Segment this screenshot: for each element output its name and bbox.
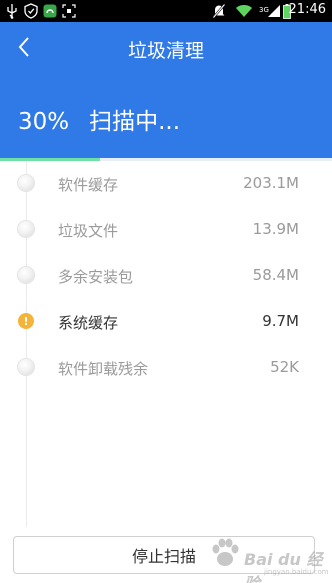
usb-icon <box>6 3 18 19</box>
pending-dot-icon <box>18 175 34 191</box>
pending-dot-icon <box>18 267 34 283</box>
item-size: 9.7M <box>262 312 299 330</box>
paw-logo-icon <box>212 538 239 566</box>
header: 垃圾清理 30% 扫描中... <box>0 22 332 159</box>
list-item: ! 系统缓存 9.7M <box>0 299 332 345</box>
wifi-icon <box>235 3 253 19</box>
screen: 3G 21:46 垃圾清理 30% 扫描中... 软件缓存 203.1M 垃圾文… <box>0 0 332 583</box>
screenshot-icon <box>62 3 76 19</box>
app-icon <box>43 3 57 19</box>
status-bar: 3G 21:46 <box>0 0 332 22</box>
item-label: 软件缓存 <box>58 176 119 194</box>
page-title: 垃圾清理 <box>127 40 204 62</box>
item-label: 垃圾文件 <box>58 222 119 240</box>
shield-icon <box>24 3 38 19</box>
scan-progress: 30% 扫描中... <box>18 102 180 136</box>
scan-status: 扫描中... <box>89 109 181 135</box>
watermark-url: jingyan.baidu.com <box>264 568 329 576</box>
mute-icon <box>212 3 226 19</box>
watermark-text: Bai du 经验 <box>244 550 323 583</box>
item-label: 多余安装包 <box>58 268 134 286</box>
item-label: 软件卸载残余 <box>58 360 149 378</box>
pending-dot-icon <box>18 221 34 237</box>
list-item: 软件缓存 203.1M <box>0 161 332 207</box>
item-size: 13.9M <box>252 220 299 238</box>
list-item: 多余安装包 58.4M <box>0 253 332 299</box>
watermark: Bai du 经验 jingyan.baidu.com <box>204 528 329 583</box>
item-size: 58.4M <box>252 266 299 284</box>
warning-icon: ! <box>18 313 34 329</box>
item-label: 系统缓存 <box>58 314 119 332</box>
list-item: 垃圾文件 13.9M <box>0 207 332 253</box>
signal-icon <box>268 3 280 19</box>
progress-percent: 30% <box>18 109 70 135</box>
list-item: 软件卸载残余 52K <box>0 345 332 391</box>
pending-dot-icon <box>18 359 34 375</box>
item-size: 203.1M <box>243 174 299 192</box>
item-size: 52K <box>270 358 299 376</box>
clock: 21:46 <box>288 2 326 17</box>
